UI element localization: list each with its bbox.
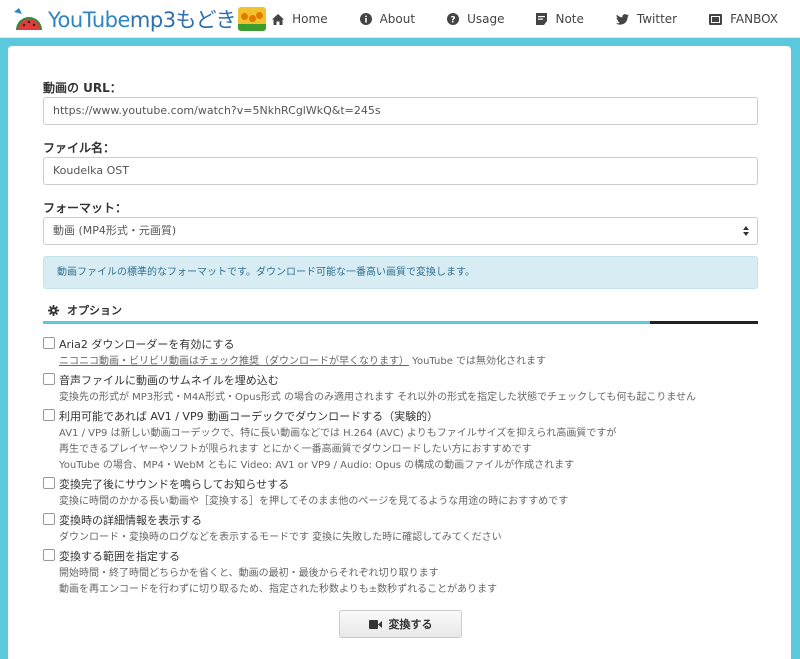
format-label: フォーマット： (43, 201, 128, 215)
nav-home[interactable]: Home (272, 12, 328, 26)
sound-checkbox[interactable] (43, 477, 55, 489)
option-desc: AV1 / VP9 は新しい動画コーデックで、特に長い動画などでは H.264 … (59, 428, 617, 439)
nav-menu: Home About ? Usage Note Twitter FANBOX (240, 0, 778, 38)
option-desc: 動画を再エンコードを行わずに切り取るため、指定された秒数よりも±数秒ずれることが… (59, 584, 498, 595)
nav-fanbox[interactable]: FANBOX (709, 12, 778, 26)
option-title: Aria2 ダウンローダーを有効にする (59, 338, 235, 351)
filename-label: ファイル名： (43, 141, 116, 155)
option-desc: 変換に時間のかかる長い動画や［変換する］を押してそのまま他のページを見てるような… (59, 496, 569, 507)
av1-vp9-checkbox[interactable] (43, 409, 55, 421)
watermelon-logo-icon (10, 6, 46, 32)
home-icon (272, 13, 285, 25)
option-desc: 開始時間・終了時間どちらかを省くと、動画の最初・最後からそれぞれ切り取ります (59, 568, 439, 579)
format-selected-value: 動画 (MP4形式・元画質) (53, 224, 177, 237)
filename-input[interactable]: Koudelka OST (43, 157, 758, 185)
select-arrows-icon (743, 226, 749, 236)
option-title: 変換完了後にサウンドを鳴らしてお知らせする (59, 478, 290, 491)
aria2-checkbox[interactable] (43, 337, 55, 349)
options-tab-indicator (43, 321, 650, 324)
option-title: 利用可能であれば AV1 / VP9 動画コーデックでダウンロードする（実験的） (59, 410, 439, 423)
gear-icon (48, 304, 59, 316)
convert-button[interactable]: 変換する (339, 610, 462, 638)
option-desc: ニコニコ動画・ビリビリ動画はチェック推奨（ダウンロードが早くなります） YouT… (59, 356, 547, 367)
video-camera-icon (368, 619, 382, 629)
option-title: 変換する範囲を指定する (59, 550, 180, 563)
nav-note[interactable]: Note (536, 12, 584, 26)
main-card: 動画の URL： https://www.youtube.com/watch?v… (8, 46, 791, 659)
option-desc: 再生できるプレイヤーやソフトが限られます とにかく一番高画質でダウンロードしたい… (59, 444, 532, 455)
option-desc: ダウンロード・変換時のログなどを表示するモードです 変換に失敗した時に確認してみ… (59, 532, 502, 543)
video-icon (709, 13, 723, 25)
range-checkbox[interactable] (43, 549, 55, 561)
format-select[interactable]: 動画 (MP4形式・元画質) (43, 217, 758, 245)
option-desc: 変換先の形式が MP3形式・M4A形式・Opus形式 の場合のみ適用されます そ… (59, 392, 697, 403)
option-title: 変換時の詳細情報を表示する (59, 514, 202, 527)
nav-usage[interactable]: ? Usage (447, 12, 504, 26)
option-desc: YouTube の場合、MP4・WebM ともに Video: AV1 or V… (59, 460, 575, 471)
brand-logo-link[interactable]: YouTubemp3もどき (10, 4, 267, 34)
options-heading[interactable]: オプション (48, 302, 122, 318)
url-label: 動画の URL： (43, 81, 122, 95)
navbar: YouTubemp3もどき Home About ? Usage Note Tw… (0, 0, 800, 38)
url-input[interactable]: https://www.youtube.com/watch?v=5NkhRCgl… (43, 97, 758, 125)
detail-log-checkbox[interactable] (43, 513, 55, 525)
format-info-alert: 動画ファイルの標準的なフォーマットです。ダウンロード可能な一番高い画質で変換しま… (43, 256, 758, 289)
nav-twitter[interactable]: Twitter (615, 12, 677, 26)
question-icon: ? (447, 13, 460, 25)
brand-name: YouTubemp3もどき (48, 8, 237, 32)
option-title: 音声ファイルに動画のサムネイルを埋め込む (59, 374, 279, 387)
thumbnail-checkbox[interactable] (43, 373, 55, 385)
svg-text:?: ? (450, 15, 455, 25)
note-icon (536, 13, 548, 25)
twitter-icon (615, 13, 629, 25)
nav-about[interactable]: About (359, 12, 415, 26)
options-tab-bar (43, 321, 758, 324)
info-icon (359, 13, 372, 25)
